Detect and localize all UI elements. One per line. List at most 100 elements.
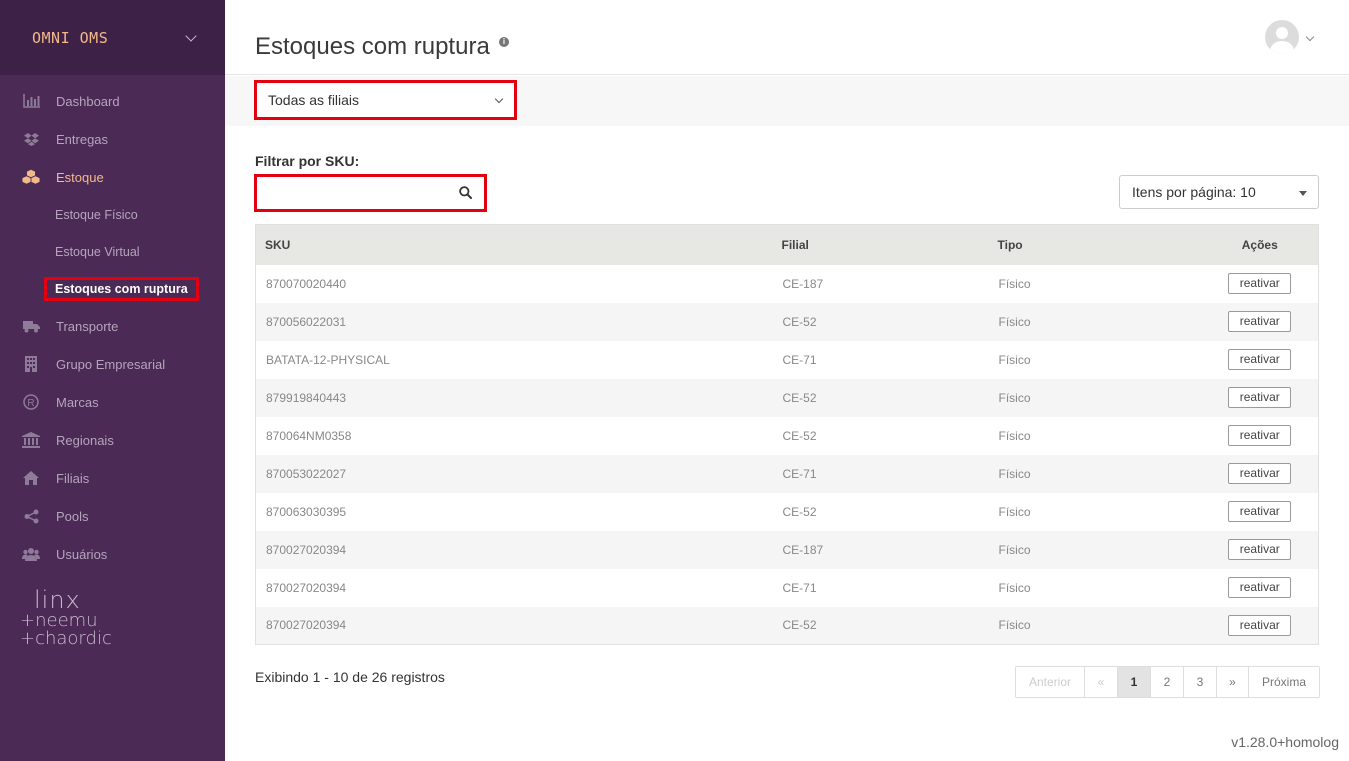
sidebar-item-estoque[interactable]: Estoque: [0, 158, 225, 196]
sku-search-input[interactable]: [257, 177, 447, 209]
search-icon[interactable]: [459, 186, 472, 199]
sidebar-subitem-estoques-com-ruptura[interactable]: Estoques com ruptura: [0, 270, 225, 307]
reactivate-button[interactable]: reativar: [1228, 425, 1292, 446]
cell-actions: reativar: [1206, 569, 1319, 607]
sidebar-item-label: Regionais: [56, 432, 114, 448]
column-header-sku[interactable]: SKU: [255, 224, 773, 265]
cell-sku: 870064NM0358: [266, 428, 352, 443]
info-icon[interactable]: i: [499, 37, 509, 47]
cell-tipo: Físico: [988, 302, 1206, 341]
avatar[interactable]: [1265, 20, 1299, 54]
sidebar-item-filiais[interactable]: Filiais: [0, 459, 225, 497]
cell-sku: 870056022031: [255, 302, 773, 341]
cell-actions: reativar: [1206, 417, 1319, 455]
cell-tipo: Físico: [998, 352, 1031, 367]
cell-actions: reativar: [1206, 341, 1319, 379]
pagination-page-2[interactable]: 2: [1151, 667, 1184, 697]
rupture-table: SKU Filial Tipo Ações 870070020440 CE-18…: [255, 224, 1319, 645]
svg-text:R: R: [27, 398, 34, 409]
cell-actions: reativar: [1205, 454, 1319, 493]
column-header-filial[interactable]: Filial: [772, 224, 989, 265]
brand-name: OMNI OMS: [32, 28, 109, 47]
sidebar-item-entregas[interactable]: Entregas: [0, 120, 225, 158]
sidebar: OMNI OMS Dashboard Entregas Estoque Esto…: [0, 0, 225, 761]
pagination-page-1[interactable]: 1: [1118, 667, 1151, 697]
bank-icon: [22, 432, 40, 448]
branch-select-value: Todas as filiais: [268, 92, 360, 108]
sidebar-subitem-label: Estoque Virtual: [55, 244, 140, 259]
reactivate-button[interactable]: reativar: [1228, 501, 1292, 522]
reactivate-button[interactable]: reativar: [1228, 311, 1292, 332]
cell-tipo: Físico: [988, 454, 1206, 493]
pagination-first[interactable]: «: [1085, 667, 1118, 697]
brand-bar[interactable]: OMNI OMS: [0, 0, 225, 75]
cell-filial: CE-52: [782, 428, 817, 443]
records-summary: Exibindo 1 - 10 de 26 registros: [255, 669, 445, 685]
sidebar-item-label: Transporte: [56, 318, 119, 334]
sidebar-nav: Dashboard Entregas Estoque Estoque Físic…: [0, 75, 225, 573]
chevron-down-icon[interactable]: [185, 29, 197, 42]
building-icon: [22, 356, 40, 372]
sidebar-item-label: Estoque: [56, 169, 104, 185]
cell-tipo: Físico: [998, 580, 1031, 595]
sidebar-item-marcas[interactable]: R Marcas: [0, 383, 225, 421]
table-row: 870070020440 CE-187 Físico reativar: [256, 265, 1319, 303]
sidebar-subitem-label: Estoques com ruptura: [44, 276, 199, 301]
cell-actions: reativar: [1205, 606, 1319, 645]
items-per-page-select[interactable]: Itens por página: 10: [1119, 175, 1319, 209]
sidebar-item-transporte[interactable]: Transporte: [0, 307, 225, 345]
partner-logo: linx +neemu +chaordic: [20, 586, 112, 649]
table-row: 870056022031 CE-52 Físico reativar: [255, 302, 1319, 341]
branch-select[interactable]: Todas as filiais: [254, 80, 517, 120]
sidebar-item-dashboard[interactable]: Dashboard: [0, 82, 225, 120]
reactivate-button[interactable]: reativar: [1228, 273, 1292, 294]
sidebar-item-regionais[interactable]: Regionais: [0, 421, 225, 459]
chevron-down-icon[interactable]: [1305, 32, 1315, 42]
bar-chart-icon: [22, 93, 40, 109]
cell-sku: 870027020394: [255, 530, 773, 569]
items-per-page-label: Itens por página: 10: [1132, 184, 1256, 200]
table-row: 870053022027 CE-71 Físico reativar: [255, 454, 1319, 493]
reactivate-button[interactable]: reativar: [1228, 349, 1292, 370]
sidebar-item-label: Dashboard: [56, 93, 120, 109]
pagination-previous[interactable]: Anterior: [1016, 667, 1085, 697]
page-title: Estoques com ruptura: [255, 33, 490, 60]
home-icon: [22, 470, 40, 486]
share-icon: [22, 508, 40, 524]
pagination-last[interactable]: »: [1217, 667, 1249, 697]
pagination-next[interactable]: Próxima: [1249, 667, 1319, 697]
table-row: 870027020394 CE-52 Físico reativar: [255, 606, 1319, 645]
cell-filial: CE-52: [772, 378, 989, 417]
reactivate-button[interactable]: reativar: [1228, 577, 1292, 598]
cell-filial: CE-71: [772, 454, 989, 493]
sidebar-item-pools[interactable]: Pools: [0, 497, 225, 535]
reactivate-button[interactable]: reativar: [1228, 387, 1292, 408]
sidebar-subitem-estoque-fisico[interactable]: Estoque Físico: [0, 196, 225, 233]
sidebar-item-grupo-empresarial[interactable]: Grupo Empresarial: [0, 345, 225, 383]
cell-tipo: Físico: [998, 276, 1031, 291]
sidebar-item-usuarios[interactable]: Usuários: [0, 535, 225, 573]
cell-filial: CE-52: [772, 606, 989, 645]
cell-actions: reativar: [1206, 265, 1319, 303]
cell-sku: 870027020394: [255, 606, 773, 645]
cell-filial: CE-187: [782, 276, 824, 291]
cell-actions: reativar: [1205, 530, 1319, 569]
sidebar-item-label: Marcas: [56, 394, 99, 410]
pagination-page-3[interactable]: 3: [1184, 667, 1217, 697]
dropbox-icon: [22, 131, 40, 147]
sku-filter-label: Filtrar por SKU:: [255, 153, 360, 169]
reactivate-button[interactable]: reativar: [1228, 539, 1292, 560]
sidebar-subitem-label: Estoque Físico: [55, 207, 138, 222]
table-row: 870063030395 CE-52 Físico reativar: [256, 493, 1319, 531]
reactivate-button[interactable]: reativar: [1228, 463, 1292, 484]
cubes-icon: [22, 169, 40, 185]
users-icon: [22, 546, 40, 562]
cell-tipo: Físico: [988, 530, 1206, 569]
sidebar-item-label: Pools: [56, 508, 89, 524]
page-header: Estoques com ruptura i: [225, 0, 1349, 75]
cell-filial: CE-71: [782, 580, 817, 595]
reactivate-button[interactable]: reativar: [1228, 614, 1292, 636]
cell-actions: reativar: [1206, 493, 1319, 531]
sidebar-subitem-estoque-virtual[interactable]: Estoque Virtual: [0, 233, 225, 270]
column-header-tipo[interactable]: Tipo: [988, 224, 1206, 265]
